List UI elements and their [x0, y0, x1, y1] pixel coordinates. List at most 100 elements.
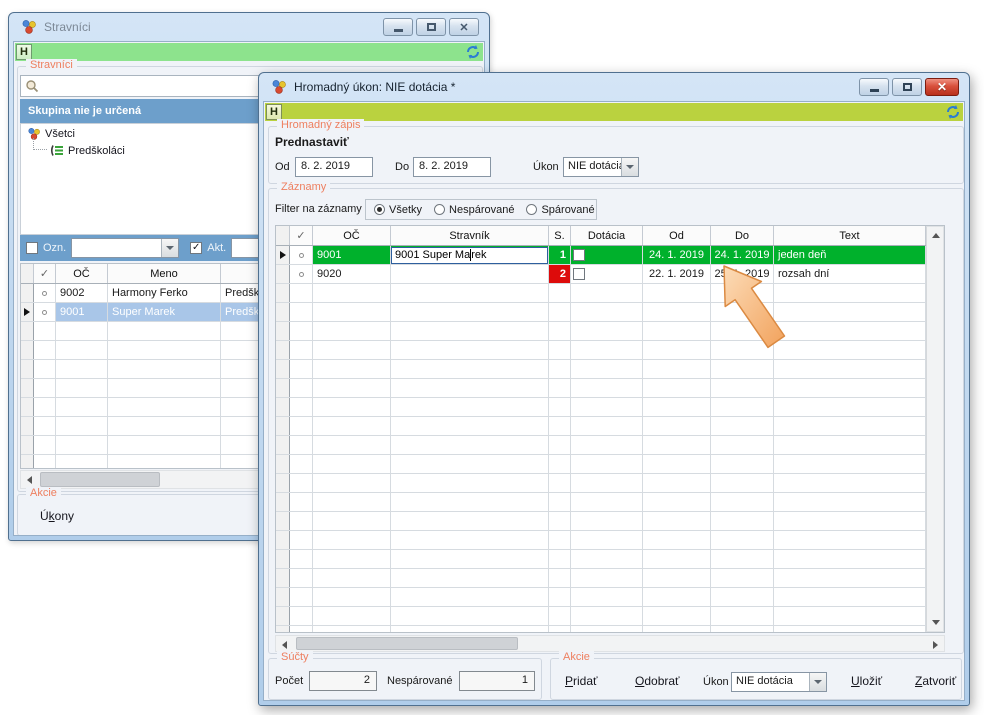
ukon-label: Úkon [703, 676, 729, 688]
do-column-header[interactable]: Do [711, 226, 774, 245]
empty-table-row [276, 341, 926, 360]
highlight-bar: H [15, 43, 483, 61]
od-label: Od [275, 161, 290, 173]
tree-connector [33, 138, 47, 150]
vertical-scrollbar[interactable] [926, 226, 944, 632]
check-column-header[interactable]: ✓ [290, 226, 313, 245]
h-button[interactable]: H [266, 104, 282, 120]
table-header: ✓ OČ Stravník S. Dotácia Od Do Text [276, 226, 926, 246]
chevron-down-icon [161, 239, 178, 257]
do-label: Do [395, 161, 409, 173]
od-date-field[interactable]: 8. 2. 2019 [295, 157, 373, 177]
group-list-icon [49, 144, 64, 157]
radio-vsetky[interactable]: Všetky [374, 204, 422, 216]
ukon-dropdown[interactable]: NIE dotácia [563, 157, 639, 177]
dotacia-checkbox[interactable] [573, 268, 585, 280]
zatvorit-button[interactable]: Zatvoriť [915, 674, 956, 688]
minimize-button[interactable] [859, 78, 889, 96]
akt-checkbox[interactable] [190, 242, 202, 254]
stravnik-edit-field[interactable]: 9001 Super Marek [391, 247, 548, 264]
close-button[interactable]: ✕ [925, 78, 959, 96]
do-date-field[interactable]: 8. 2. 2019 [413, 157, 491, 177]
empty-table-row [276, 569, 926, 588]
radio-nesparovane[interactable]: Nespárované [434, 204, 514, 216]
check-column-header[interactable]: ✓ [34, 264, 56, 283]
scroll-down-button[interactable] [927, 614, 944, 631]
radio-sparovane[interactable]: Spárované [526, 204, 594, 216]
ozn-checkbox[interactable] [26, 242, 38, 254]
oc-column-header[interactable]: OČ [56, 264, 108, 283]
empty-table-row [276, 531, 926, 550]
ozn-dropdown[interactable]: -- Všetkých -- [71, 238, 179, 258]
scrollbar-thumb[interactable] [296, 637, 518, 650]
table-row-selected[interactable]: 9001 9001 Super Marek 1 24. 1. 2019 24. … [276, 246, 926, 265]
meno-cell: Harmony Ferko [108, 284, 221, 302]
akt-label: Akt. [207, 242, 226, 254]
empty-table-row [276, 607, 926, 626]
scrollbar-thumb[interactable] [40, 472, 160, 487]
odobrat-button[interactable]: Odobrať [635, 674, 680, 688]
empty-table-row [276, 512, 926, 531]
group-sucty: Súčty Počet 2 Nespárované 1 [268, 658, 542, 700]
scroll-left-button[interactable] [21, 471, 38, 488]
empty-table-row [276, 550, 926, 569]
empty-table-row [276, 398, 926, 417]
horizontal-scrollbar[interactable] [275, 635, 945, 652]
empty-table-row [276, 455, 926, 474]
filter-radio-group: Všetky Nespárované Spárované [365, 199, 597, 220]
text-column-header[interactable]: Text [774, 226, 926, 245]
group-hromadny-zapis: Hromadný zápis Prednastaviť Od 8. 2. 201… [268, 126, 964, 184]
nesparovane-field: 1 [459, 671, 535, 691]
stravnik-column-header[interactable]: Stravník [391, 226, 549, 245]
oc-cell: 9002 [56, 284, 108, 302]
ukon-dropdown[interactable]: NIE dotácia [731, 672, 827, 692]
empty-table-row [276, 303, 926, 322]
close-button[interactable]: ✕ [449, 18, 479, 36]
maximize-button[interactable] [892, 78, 922, 96]
group-label: Akcie [559, 651, 594, 663]
empty-table-row [276, 626, 926, 633]
empty-table-row [276, 360, 926, 379]
s-column-header[interactable]: S. [549, 226, 571, 245]
ukony-button[interactable]: Úkony [40, 509, 74, 523]
group-label: Stravníci [26, 59, 77, 71]
maximize-button[interactable] [416, 18, 446, 36]
dotacia-checkbox[interactable] [573, 249, 585, 261]
oc-cell: 9020 [313, 265, 391, 283]
ukon-label: Úkon [533, 161, 559, 173]
client-area: H Hromadný zápis Prednastaviť Od 8. 2. 2… [263, 101, 965, 701]
pocet-field: 2 [309, 671, 377, 691]
tree-item-predskolaci[interactable]: Predškoláci [49, 144, 125, 157]
oc-column-header[interactable]: OČ [313, 226, 391, 245]
empty-rows-host [276, 284, 926, 633]
ulozit-button[interactable]: Uložiť [851, 674, 882, 688]
meno-column-header[interactable]: Meno [108, 264, 221, 283]
group-label: Hromadný zápis [277, 119, 364, 131]
stravnik-cell [391, 265, 549, 283]
dotacia-column-header[interactable]: Dotácia [571, 226, 643, 245]
table-row[interactable]: 9020 2 22. 1. 2019 25. 1. 2019 rozsah dn… [276, 265, 926, 284]
od-column-header[interactable]: Od [643, 226, 711, 245]
empty-table-row [276, 474, 926, 493]
scroll-right-button[interactable] [927, 636, 944, 653]
titlebar[interactable]: Hromadný úkon: NIE dotácia * ✕ [259, 73, 969, 101]
empty-table-row [276, 417, 926, 436]
group-label: Záznamy [277, 181, 330, 193]
desktop: Stravníci ✕ H Stravníci [0, 0, 984, 715]
scroll-up-button[interactable] [927, 227, 944, 244]
refresh-icon[interactable] [465, 44, 481, 60]
meno-cell: Super Marek [108, 303, 221, 321]
h-button[interactable]: H [16, 44, 32, 60]
ukon-dropdown-value: NIE dotácia [732, 673, 809, 691]
refresh-icon[interactable] [945, 104, 961, 120]
empty-table-row [276, 322, 926, 341]
pridat-button[interactable]: Pridať [565, 674, 598, 688]
app-icon [271, 79, 287, 95]
ozn-label: Ozn. [43, 242, 66, 254]
titlebar[interactable]: Stravníci ✕ [9, 13, 489, 41]
minimize-button[interactable] [383, 18, 413, 36]
group-akcie: Akcie Pridať Odobrať Úkon NIE dotácia Ul… [550, 658, 962, 700]
filter-label: Filter na záznamy [275, 203, 362, 215]
row-pointer-icon [280, 251, 286, 259]
s-cell: 2 [549, 265, 571, 283]
